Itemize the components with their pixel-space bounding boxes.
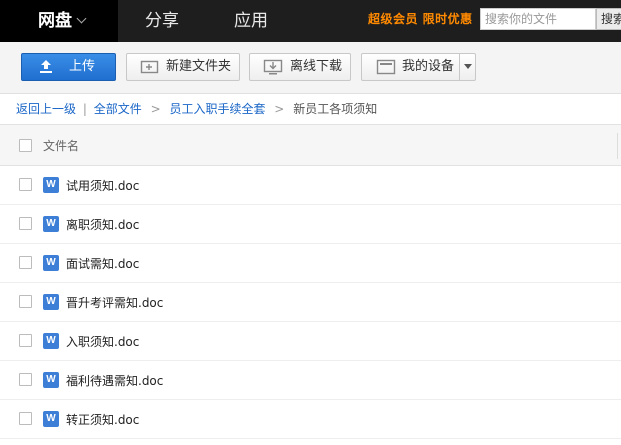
select-all-checkbox[interactable] [19,139,32,152]
file-name[interactable]: 面试需知.doc [66,255,139,272]
file-name[interactable]: 福利待遇需知.doc [66,372,163,389]
file-checkbox[interactable] [19,373,32,386]
chevron-down-icon [76,13,87,24]
column-divider [617,133,618,159]
word-doc-icon: W [43,216,59,232]
tab-share[interactable]: 分享 [145,0,179,42]
super-member-promo-link[interactable]: 超级会员 限时优惠 [368,0,473,42]
breadcrumb-separator: > [274,102,285,116]
new-folder-button[interactable]: 新建文件夹 [126,53,240,81]
file-checkbox[interactable] [19,217,32,230]
search-button[interactable]: 搜索 [596,8,621,30]
toolbar: 上传 新建文件夹 离线下载 我的设备 [0,42,621,94]
file-checkbox[interactable] [19,334,32,347]
tab-apps[interactable]: 应用 [234,0,268,42]
offline-download-button[interactable]: 离线下载 [249,53,351,81]
word-doc-icon: W [43,255,59,271]
file-name[interactable]: 入职须知.doc [66,333,139,350]
offline-download-label: 离线下载 [290,59,343,74]
file-row[interactable]: W 试用须知.doc [0,166,621,205]
breadcrumb-divider: | [82,102,87,116]
my-devices-button[interactable]: 我的设备 [361,53,476,81]
device-icon [376,59,396,75]
file-list-header: 文件名 [0,124,621,166]
top-navigation-bar: 网盘 分享 应用 超级会员 限时优惠 搜索你的文件 搜索 [0,0,621,42]
word-doc-icon: W [43,333,59,349]
word-doc-icon: W [43,177,59,193]
tab-apps-label: 应用 [234,11,268,31]
file-row[interactable]: W 入职须知.doc [0,322,621,361]
search-input[interactable]: 搜索你的文件 [480,8,596,30]
word-doc-icon: W [43,294,59,310]
breadcrumb-all-files-link[interactable]: 全部文件 [94,102,142,116]
file-row[interactable]: W 晋升考评需知.doc [0,283,621,322]
tab-netdisk-label: 网盘 [38,11,72,31]
file-checkbox[interactable] [19,412,32,425]
search-placeholder: 搜索你的文件 [485,12,558,26]
upload-button[interactable]: 上传 [21,53,116,81]
upload-icon [40,60,52,73]
tab-share-label: 分享 [145,11,179,31]
file-checkbox[interactable] [19,256,32,269]
file-row[interactable]: W 离职须知.doc [0,205,621,244]
new-folder-label: 新建文件夹 [166,59,232,74]
file-name[interactable]: 转正须知.doc [66,411,139,428]
breadcrumb-folder-link[interactable]: 员工入职手续全套 [169,102,265,116]
file-row[interactable]: W 转正须知.doc [0,400,621,439]
file-row[interactable]: W 福利待遇需知.doc [0,361,621,400]
breadcrumb-separator: > [150,102,161,116]
new-folder-icon [140,60,159,74]
breadcrumb: 返回上一级 | 全部文件 > 员工入职手续全套 > 新员工各项须知 [16,100,377,118]
offline-download-icon [263,59,283,75]
file-row[interactable]: W 面试需知.doc [0,244,621,283]
tab-netdisk[interactable]: 网盘 [0,0,118,42]
column-header-filename[interactable]: 文件名 [43,137,79,154]
breadcrumb-current: 新员工各项须知 [293,102,378,116]
file-name[interactable]: 晋升考评需知.doc [66,294,163,311]
breadcrumb-back-link[interactable]: 返回上一级 [16,102,76,116]
caret-down-icon[interactable] [459,54,475,80]
upload-label: 上传 [69,59,96,74]
my-devices-label: 我的设备 [402,59,455,74]
file-checkbox[interactable] [19,178,32,191]
word-doc-icon: W [43,372,59,388]
file-list: W 试用须知.doc W 离职须知.doc W 面试需知.doc W 晋升考评需… [0,166,621,439]
file-checkbox[interactable] [19,295,32,308]
word-doc-icon: W [43,411,59,427]
file-name[interactable]: 试用须知.doc [66,177,139,194]
file-name[interactable]: 离职须知.doc [66,216,139,233]
